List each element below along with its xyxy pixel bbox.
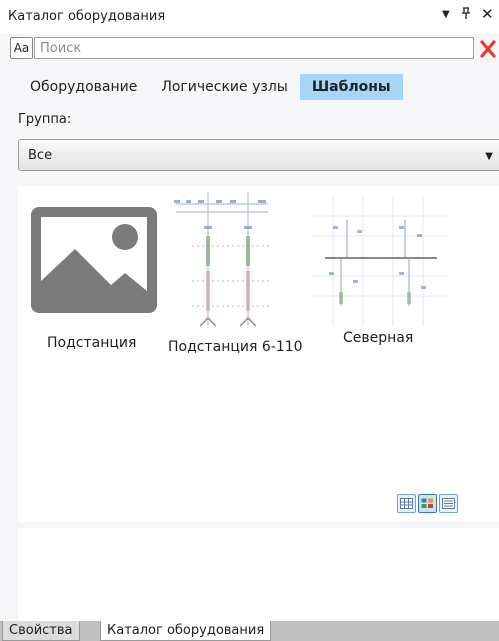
search-input[interactable] — [34, 37, 474, 59]
template-name: Северная — [343, 330, 414, 346]
tab-equipment[interactable]: Оборудование — [18, 74, 149, 100]
pin-glyph — [462, 7, 470, 19]
template-details-pane — [18, 528, 499, 621]
chevron-down-icon: ▼ — [485, 151, 493, 162]
template-tile[interactable]: Подстанция — [18, 186, 168, 366]
panel-titlebar: Каталог оборудования ▼ ✕ — [0, 0, 499, 34]
group-select[interactable]: Все ▼ — [18, 139, 499, 171]
panel-menu-dropdown-icon[interactable]: ▼ — [442, 9, 450, 20]
tab-logical-nodes[interactable]: Логические узлы — [149, 74, 299, 100]
templates-gallery: Подстанция Подстанция 6-110 Северная — [18, 186, 499, 522]
template-tile[interactable]: Северная — [313, 186, 449, 366]
placeholder-image-icon — [31, 207, 157, 313]
tiles-view-icon[interactable] — [418, 494, 437, 513]
clear-search-icon[interactable] — [477, 38, 499, 60]
schematic-thumbnail — [313, 196, 449, 326]
search-row: Aa — [0, 34, 499, 64]
list-view-icon[interactable] — [439, 494, 458, 513]
table-view-icon[interactable] — [397, 494, 416, 513]
tab-equipment-catalog[interactable]: Каталог оборудования — [100, 621, 272, 641]
close-panel-icon[interactable]: ✕ — [481, 5, 494, 23]
schematic-thumbnail — [174, 192, 272, 327]
group-select-value: Все — [28, 148, 53, 163]
pin-icon[interactable] — [461, 7, 471, 23]
template-name: Подстанция — [47, 335, 137, 351]
table-view-glyph — [400, 498, 413, 509]
match-case-button[interactable]: Aa — [10, 37, 33, 59]
tab-properties[interactable]: Свойства — [2, 621, 80, 641]
template-tile[interactable]: Подстанция 6-110 — [168, 186, 313, 366]
group-label: Группа: — [18, 112, 72, 127]
template-name: Подстанция 6-110 — [168, 339, 303, 355]
catalog-tabs: Оборудование Логические узлы Шаблоны — [18, 74, 403, 100]
tiles-view-glyph — [421, 498, 433, 508]
clear-x-glyph — [480, 40, 496, 58]
bottom-tabstrip: Свойства Каталог оборудования — [0, 621, 499, 641]
panel-title: Каталог оборудования — [8, 9, 166, 24]
view-mode-switcher — [397, 494, 458, 513]
tab-templates[interactable]: Шаблоны — [299, 74, 403, 100]
list-view-glyph — [442, 498, 455, 509]
